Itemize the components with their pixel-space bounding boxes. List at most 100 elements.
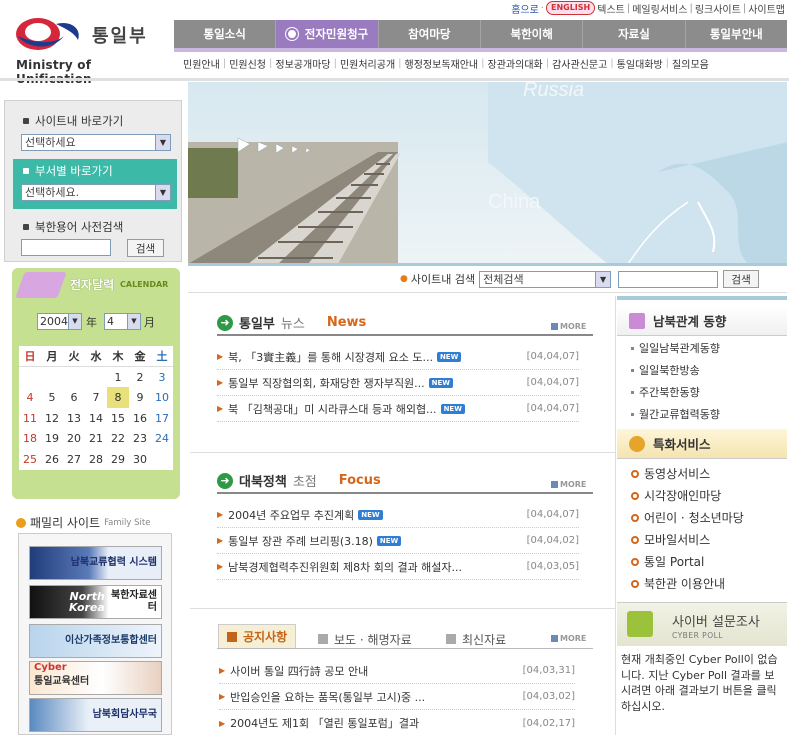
ministry-logo[interactable]: 통일부 Ministry of Unification <box>10 12 170 86</box>
calendar-day[interactable]: 24 <box>151 429 173 450</box>
notice-item[interactable]: ▶ 반입승인을 요하는 품목(통일부 고시)중 ... [04,03,02] <box>219 684 575 710</box>
trend-section-title: 남북관계 동향 <box>617 306 787 336</box>
calendar-day[interactable]: 15 <box>107 408 129 429</box>
calendar-day[interactable]: 28 <box>85 449 107 470</box>
news-item[interactable]: ▶ 북, 「3實主義」를 통해 시장경제 요소 도... NEW [04,04,07] <box>217 344 579 370</box>
dropdown-arrow-icon: ▼ <box>595 271 611 287</box>
tab-notices[interactable]: 공지사항 <box>218 624 297 648</box>
circle-bullet-icon <box>631 557 639 566</box>
calendar-day[interactable]: 22 <box>107 429 129 450</box>
calendar-day[interactable]: 4 <box>19 387 41 408</box>
special-item[interactable]: 모바일서비스 <box>631 531 710 548</box>
calendar-month-select[interactable]: 4 ▼ <box>104 313 141 330</box>
dict-search-button[interactable]: 검색 <box>127 239 164 257</box>
gnb-participation[interactable]: 참여마당 <box>379 20 481 48</box>
calendar-day[interactable]: 27 <box>63 449 85 470</box>
section-divider <box>190 452 615 453</box>
gnb-news[interactable]: 통일소식 <box>174 20 277 48</box>
subnav-item[interactable]: 행정정보독재안내 <box>402 56 482 71</box>
calendar-day[interactable]: 14 <box>85 408 107 429</box>
search-scope-select[interactable]: 전체검색 ▼ <box>479 270 612 288</box>
site-search-input[interactable] <box>618 270 719 288</box>
calendar-day[interactable]: 3 <box>151 367 173 388</box>
family-banner-exchange[interactable]: 남북교류협력 시스템 <box>29 546 162 580</box>
site-nav-select[interactable]: 선택하세요 ▼ <box>21 134 171 151</box>
special-item[interactable]: 어린이 · 청소년마당 <box>631 509 744 526</box>
family-banner-separated-families[interactable]: 이산가족정보통합센터 <box>29 624 162 658</box>
trend-item[interactable]: 일일북한방송 <box>631 362 700 378</box>
family-banner-talks[interactable]: 남북회담사무국 <box>29 698 162 732</box>
gnb-archive[interactable]: 자료실 <box>583 20 686 48</box>
policy-item[interactable]: ▶ 통일부 장관 주례 브리핑(3.18) NEW [04,04,02] <box>217 528 579 554</box>
home-link[interactable]: 홈으로 <box>511 1 539 16</box>
railway-map-illustration: Russia China <box>188 82 787 264</box>
calendar-year-select[interactable]: 2004 ▼ <box>37 313 82 330</box>
more-icon <box>551 323 558 330</box>
dict-search-input[interactable] <box>21 239 111 256</box>
trend-item[interactable]: 일일남북관계동향 <box>631 340 720 356</box>
sitemap-link[interactable]: 사이트맵 <box>748 1 785 16</box>
subnav-item[interactable]: 통일대화방 <box>614 56 666 71</box>
policy-item[interactable]: ▶ 2004년 주요업무 추진계획 NEW [04,04,07] <box>217 502 579 528</box>
news-more-link[interactable]: MORE <box>551 322 586 331</box>
site-search-button[interactable]: 검색 <box>723 270 760 288</box>
calendar-day[interactable]: 11 <box>19 408 41 429</box>
link-sites-link[interactable]: 링크사이트 <box>695 1 741 16</box>
english-link[interactable]: ENGLISH <box>545 1 596 15</box>
dept-nav-select[interactable]: 선택하세요. ▼ <box>21 184 171 201</box>
policy-more-link[interactable]: MORE <box>551 480 586 489</box>
family-banner-education[interactable]: Cyber 통일교육센터 <box>29 661 162 695</box>
calendar-day[interactable]: 5 <box>41 387 63 408</box>
notice-item[interactable]: ▶ 사이버 통일 四行詩 공모 안내 [04,03,31] <box>219 658 575 684</box>
calendar-day[interactable]: 13 <box>63 408 85 429</box>
news-item[interactable]: ▶ 북 「김책공대」미 시라큐스대 등과 해외협... NEW [04,04,07] <box>217 396 579 422</box>
calendar-day[interactable]: 30 <box>129 449 151 470</box>
special-item[interactable]: 시각장애인마당 <box>631 487 721 504</box>
gnb-north-korea[interactable]: 북한이해 <box>481 20 584 48</box>
calendar-title: 전자달력 <box>70 278 115 292</box>
policy-item[interactable]: ▶ 남북경제협력추진위원회 제8차 회의 결과 해설자... [04,03,05] <box>217 554 579 580</box>
text-version-link[interactable]: 텍스트 <box>597 1 625 16</box>
calendar-day[interactable]: 9 <box>129 387 151 408</box>
calendar-day[interactable]: 21 <box>85 429 107 450</box>
section-divider <box>190 608 615 609</box>
poll-title: 사이버 설문조사 <box>672 615 760 630</box>
calendar-day[interactable]: 23 <box>129 429 151 450</box>
cube-icon <box>629 312 645 329</box>
subnav-item[interactable]: 장관과의대화 <box>485 56 546 71</box>
hero-underline <box>188 263 787 266</box>
subnav-item[interactable]: 질의모음 <box>669 56 712 71</box>
subnav-item[interactable]: 감사관신문고 <box>549 56 610 71</box>
family-banner-nk-info[interactable]: North Korea 북한자료센터 <box>29 585 162 619</box>
special-item[interactable]: 통일 Portal <box>631 553 704 570</box>
calendar-day[interactable]: 6 <box>63 387 85 408</box>
calendar-day[interactable]: 7 <box>85 387 107 408</box>
special-item[interactable]: 북한관 이용안내 <box>631 575 725 592</box>
calendar-day[interactable]: 26 <box>41 449 63 470</box>
subnav-item[interactable]: 정보공개마당 <box>272 56 333 71</box>
notice-more-link[interactable]: MORE <box>551 634 586 643</box>
calendar-day[interactable]: 8 <box>107 387 129 408</box>
calendar-day[interactable]: 16 <box>129 408 151 429</box>
special-item[interactable]: 동영상서비스 <box>631 465 710 482</box>
calendar-day[interactable]: 29 <box>107 449 129 470</box>
trend-item[interactable]: 주간북한동향 <box>631 384 700 400</box>
trend-item[interactable]: 월간교류협력동향 <box>631 406 720 422</box>
calendar-day[interactable]: 25 <box>19 449 41 470</box>
calendar-day[interactable]: 10 <box>151 387 173 408</box>
calendar-day[interactable]: 17 <box>151 408 173 429</box>
news-item[interactable]: ▶ 통일부 직장협의회, 화재당한 쟁자부직원... NEW [04,04,07] <box>217 370 579 396</box>
calendar-day[interactable]: 2 <box>129 367 151 388</box>
calendar-day[interactable]: 20 <box>63 429 85 450</box>
subnav-item[interactable]: 민원처리공개 <box>337 56 398 71</box>
calendar-day[interactable]: 12 <box>41 408 63 429</box>
gnb-e-petition[interactable]: 전자민원청구 <box>276 20 379 48</box>
notice-item[interactable]: ▶ 2004년도 제1회 「열린 통일포럼」결과 [04,02,17] <box>219 710 575 736</box>
calendar-day[interactable]: 18 <box>19 429 41 450</box>
subnav-item[interactable]: 민원안내 <box>180 56 223 71</box>
calendar-day[interactable]: 1 <box>107 367 129 388</box>
mailing-link[interactable]: 메일링서비스 <box>632 1 687 16</box>
gnb-about[interactable]: 통일부안내 <box>686 20 787 48</box>
calendar-day[interactable]: 19 <box>41 429 63 450</box>
subnav-item[interactable]: 민원신청 <box>226 56 269 71</box>
